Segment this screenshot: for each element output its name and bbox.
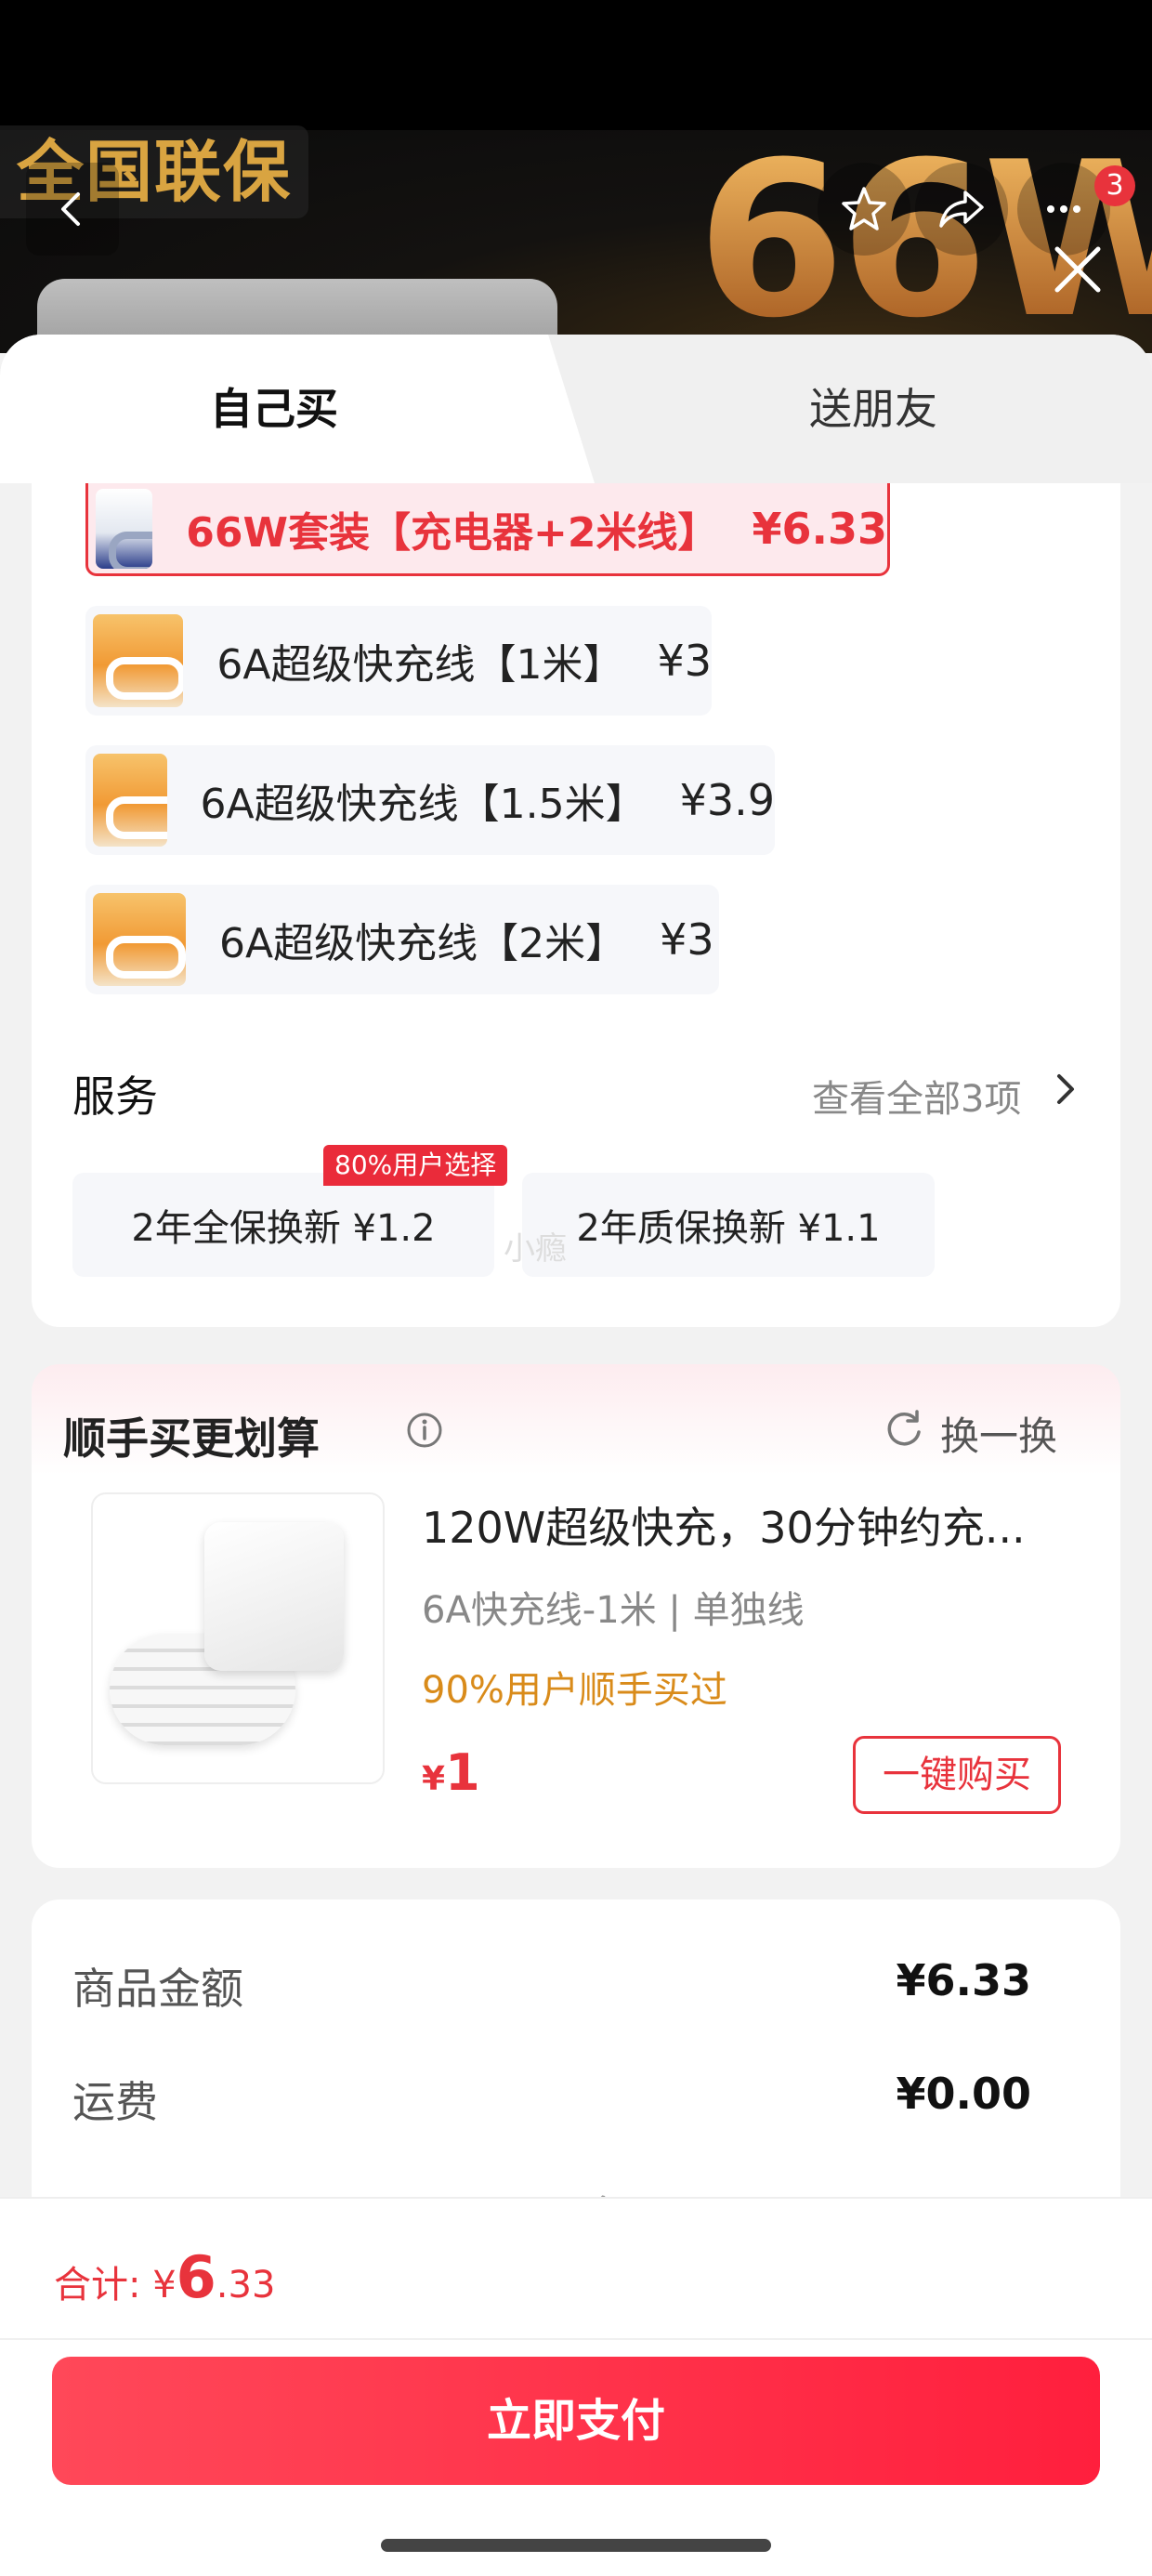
service-option-quality-warranty[interactable]: 2年质保换新 ¥1.1 bbox=[522, 1173, 935, 1277]
share-icon bbox=[939, 191, 984, 228]
sku-option-label: 6A超级快充线【1米】 bbox=[216, 641, 624, 689]
service-view-all[interactable]: 查看全部3项 bbox=[812, 1069, 1021, 1123]
sku-option-label: 6A超级快充线【1.5米】 bbox=[200, 781, 647, 828]
home-indicator[interactable] bbox=[381, 2539, 771, 2552]
sku-thumbnail bbox=[93, 754, 167, 847]
tab-buy-self-label: 自己买 bbox=[210, 384, 338, 434]
divider bbox=[0, 2338, 1152, 2340]
refresh-icon[interactable] bbox=[883, 1407, 925, 1450]
sku-thumbnail bbox=[96, 488, 153, 569]
upsell-product-name[interactable]: 120W超级快充，30分钟约充... bbox=[422, 1494, 1072, 1556]
info-icon[interactable] bbox=[405, 1411, 444, 1450]
popular-choice-badge: 80%用户选择 bbox=[323, 1145, 508, 1186]
shipping-label: 运费 bbox=[72, 2077, 158, 2127]
share-button[interactable] bbox=[915, 163, 1008, 256]
cart-count-badge: 3 bbox=[1094, 165, 1135, 206]
sku-option-label: 66W套装【充电器+2米线】 bbox=[186, 508, 719, 557]
sku-option-price: ¥3.9 bbox=[679, 775, 775, 825]
back-button[interactable] bbox=[26, 163, 119, 256]
goods-amount-label: 商品金额 bbox=[72, 1964, 243, 2014]
upsell-title: 顺手买更划算 bbox=[63, 1413, 320, 1464]
sku-option-label: 6A超级快充线【2米】 bbox=[219, 920, 627, 967]
goods-amount-value: ¥6.33 bbox=[896, 1955, 1031, 2005]
sku-option-price: ¥3 bbox=[660, 914, 714, 965]
total-label: 合计: bbox=[54, 2264, 153, 2307]
tab-gift-friend[interactable]: 送朋友 bbox=[595, 335, 1152, 483]
total-integer: 6 bbox=[176, 2243, 216, 2311]
order-total: 合计: ¥6.33 bbox=[54, 2243, 275, 2311]
shipping-value: ¥0.00 bbox=[896, 2069, 1031, 2119]
one-click-buy-button[interactable]: 一键购买 bbox=[853, 1736, 1061, 1814]
star-icon bbox=[842, 187, 886, 230]
sku-option-price: ¥6.33 bbox=[752, 503, 887, 554]
purchase-tabs: 自己买 送朋友 bbox=[0, 335, 1152, 483]
sku-option-cable-2m[interactable]: 6A超级快充线【2米】 ¥3 bbox=[85, 885, 719, 994]
total-decimal: .33 bbox=[216, 2264, 276, 2307]
close-icon[interactable] bbox=[1041, 232, 1115, 307]
watermark-text: 小瘾 bbox=[504, 1230, 567, 1268]
sku-option-cable-1-5m[interactable]: 6A超级快充线【1.5米】 ¥3.9 bbox=[85, 745, 775, 855]
sku-option-66w-set[interactable]: 66W套装【充电器+2米线】 ¥6.33 bbox=[85, 483, 890, 576]
charger-image bbox=[204, 1522, 344, 1671]
upsell-price-value: 1 bbox=[445, 1743, 480, 1802]
service-option-full-warranty[interactable]: 2年全保换新 ¥1.2 bbox=[72, 1173, 494, 1277]
tab-buy-self[interactable]: 自己买 bbox=[0, 335, 595, 483]
upsell-product-spec: 6A快充线-1米 | 单独线 bbox=[422, 1589, 805, 1632]
total-currency: ¥ bbox=[152, 2264, 177, 2307]
upsell-social-proof: 90%用户顺手买过 bbox=[422, 1669, 727, 1712]
sku-thumbnail bbox=[93, 614, 184, 707]
service-title: 服务 bbox=[72, 1071, 158, 1122]
chevron-right-icon[interactable] bbox=[1052, 1071, 1080, 1108]
pay-now-button[interactable]: 立即支付 bbox=[52, 2357, 1100, 2485]
currency-symbol: ¥ bbox=[422, 1760, 446, 1798]
upsell-price: ¥1 bbox=[422, 1743, 480, 1802]
chevron-left-icon bbox=[61, 192, 80, 226]
swap-button[interactable]: 换一换 bbox=[940, 1405, 1057, 1462]
favorite-button[interactable] bbox=[818, 163, 910, 256]
sku-option-cable-1m[interactable]: 6A超级快充线【1米】 ¥3 bbox=[85, 606, 712, 716]
more-dots-icon bbox=[1047, 205, 1080, 213]
sku-option-price: ¥3 bbox=[657, 636, 712, 686]
upsell-product-image[interactable] bbox=[91, 1492, 385, 1784]
sku-thumbnail bbox=[93, 893, 186, 986]
